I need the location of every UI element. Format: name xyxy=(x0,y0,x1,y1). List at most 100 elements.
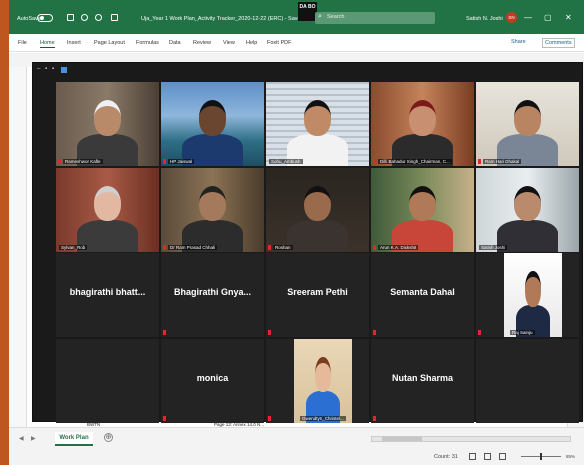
mic-muted-icon xyxy=(163,244,166,250)
participant-name-label: Dilli Bahadur Singh_Chairman, C... xyxy=(378,159,452,164)
participant-tile[interactable]: Sreeram Pethi xyxy=(266,253,369,337)
mic-muted-icon xyxy=(163,330,166,335)
status-bar: Count: 31 85% xyxy=(9,449,584,465)
participant-name-label: Roshan xyxy=(273,244,293,250)
mic-muted-icon xyxy=(268,330,271,335)
share-button[interactable]: Share xyxy=(511,39,526,45)
comments-button[interactable]: Comments xyxy=(542,38,575,48)
gallery-view-icon[interactable] xyxy=(61,67,67,73)
person-head xyxy=(514,185,541,222)
tab-insert[interactable]: Insert xyxy=(67,40,81,46)
tab-page-layout[interactable]: Page Layout xyxy=(94,40,125,46)
participant-name-label: Raj Sainju xyxy=(510,330,535,335)
participant-display-name: bhagirathi bhatt... xyxy=(69,287,146,297)
tab-help[interactable]: Help xyxy=(246,40,257,46)
undo-icon[interactable] xyxy=(81,14,88,21)
minimize-meeting-icon[interactable]: – xyxy=(37,66,40,72)
search-placeholder: Search xyxy=(327,14,345,20)
participant-tile[interactable]: Arun K.A. Dixkshit xyxy=(371,167,474,252)
participant-tile[interactable]: bhagirathi bhatt... xyxy=(56,253,159,337)
person-body xyxy=(286,219,349,252)
person-head xyxy=(409,185,436,222)
participant-name-label: Gwendtyn_Christel... xyxy=(300,415,346,421)
row-headers xyxy=(9,67,27,427)
participant-tile[interactable]: Sylvan_Rob xyxy=(56,167,159,252)
sheet-next-icon[interactable]: ▶ xyxy=(31,435,36,442)
add-sheet-button[interactable]: ⊕ xyxy=(104,433,113,442)
participant-tile[interactable]: Satish Joshi xyxy=(476,167,579,252)
participant-name-label: Rameshwor Kafle xyxy=(63,159,103,164)
person-head xyxy=(199,185,226,222)
horizontal-scrollbar[interactable] xyxy=(371,436,571,442)
pin-icon[interactable]: ▪ xyxy=(52,66,54,72)
new-file-icon[interactable] xyxy=(111,14,118,21)
participant-name-label: Satish Joshi xyxy=(479,244,508,250)
participant-tile[interactable]: Rameshwor Kafle xyxy=(56,82,159,166)
tab-view[interactable]: View xyxy=(223,40,235,46)
scroll-thumb[interactable] xyxy=(382,437,422,441)
zoom-level[interactable]: 85% xyxy=(566,454,575,459)
zoom-slider-thumb[interactable] xyxy=(540,453,542,460)
participant-tile[interactable]: HP Jaiswal xyxy=(161,82,264,166)
participant-video xyxy=(56,82,159,166)
autosave-toggle[interactable] xyxy=(37,14,53,22)
count-readout: Count: 31 xyxy=(434,454,458,460)
mic-muted-icon xyxy=(478,159,481,164)
participant-video xyxy=(56,167,159,252)
tab-foxit-pdf[interactable]: Foxit PDF xyxy=(267,40,291,46)
ribbon-tabs: File Home Insert Page Layout Formulas Da… xyxy=(9,34,584,52)
person-head xyxy=(304,100,331,136)
search-box[interactable]: ⌕ Search xyxy=(315,12,435,24)
participant-video xyxy=(161,82,264,166)
participant-photo xyxy=(504,253,562,337)
participant-display-name: Bhagirathi Gnya... xyxy=(173,287,251,297)
participant-video xyxy=(266,167,369,252)
participant-tile[interactable]: Dilli Bahadur Singh_Chairman, C... xyxy=(371,82,474,166)
page-layout-view-icon[interactable] xyxy=(484,453,491,460)
save-icon[interactable] xyxy=(67,14,74,21)
mic-muted-icon xyxy=(478,330,481,335)
normal-view-icon[interactable] xyxy=(469,453,476,460)
sheet-prev-icon[interactable]: ◀ xyxy=(19,435,24,442)
minimize-icon[interactable]: — xyxy=(524,13,532,22)
participant-tile[interactable]: Nutan Sharma xyxy=(371,338,474,423)
tab-home[interactable]: Home xyxy=(40,40,55,48)
document-title: Uja_Year 1 Work Plan_Activity Tracker_20… xyxy=(141,16,304,22)
title-bar: AutoSave Uja_Year 1 Work Plan_Activity T… xyxy=(9,0,584,34)
page-break-view-icon[interactable] xyxy=(499,453,506,460)
mic-muted-icon xyxy=(373,244,376,250)
participant-tile[interactable]: Roshan xyxy=(266,167,369,252)
mic-muted-icon xyxy=(373,159,376,164)
participant-tile[interactable]: Raj Sainju xyxy=(476,253,579,337)
participant-tile[interactable]: Gwendtyn_Christel... xyxy=(266,338,369,423)
participant-tile[interactable]: Semanta Dahal xyxy=(371,253,474,337)
participant-video xyxy=(266,82,369,166)
mic-muted-icon xyxy=(163,159,166,164)
sheet-tab-work-plan[interactable]: Work Plan xyxy=(55,432,93,446)
tile-icon[interactable]: ▪ xyxy=(45,66,47,72)
person-head xyxy=(525,271,541,307)
participant-display-name: Sreeram Pethi xyxy=(287,287,348,297)
participant-tile xyxy=(476,338,579,423)
person-head xyxy=(409,100,436,136)
close-icon[interactable]: ✕ xyxy=(565,13,572,22)
redo-icon[interactable] xyxy=(95,14,102,21)
participant-display-name: monica xyxy=(196,372,229,383)
tab-file[interactable]: File xyxy=(18,40,27,46)
participant-tile[interactable]: Ram Hari Dhakal xyxy=(476,82,579,166)
participant-tile[interactable]: monica xyxy=(161,338,264,423)
participant-tile[interactable]: Dr Ram Prasad Chhali xyxy=(161,167,264,252)
participant-tile[interactable]: Bhagirathi Gnya... xyxy=(161,253,264,337)
participant-name-label: HP Jaiswal xyxy=(168,159,195,164)
participant-display-name: Nutan Sharma xyxy=(391,372,453,383)
participant-name-label: Arun K.A. Dixkshit xyxy=(378,244,419,250)
participant-tile[interactable]: Sohu_Ambush xyxy=(266,82,369,166)
user-name: Satish N. Joshi xyxy=(466,16,503,22)
participant-video xyxy=(476,82,579,166)
tab-formulas[interactable]: Formulas xyxy=(136,40,159,46)
avatar[interactable]: SN xyxy=(506,12,517,23)
mic-muted-icon xyxy=(268,415,271,421)
tab-review[interactable]: Review xyxy=(193,40,211,46)
tab-data[interactable]: Data xyxy=(169,40,181,46)
maximize-icon[interactable]: ▢ xyxy=(544,13,552,22)
